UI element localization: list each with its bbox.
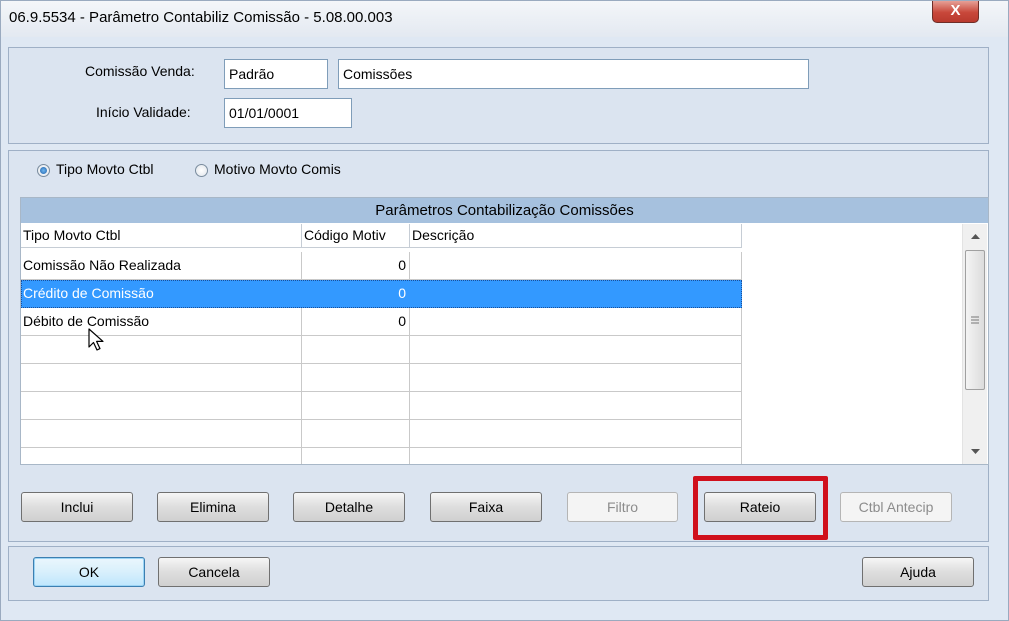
cell-empty xyxy=(21,420,302,448)
grip-icon xyxy=(971,316,979,324)
radio-tipo-movto-label[interactable]: Tipo Movto Ctbl xyxy=(56,161,154,177)
cell-empty xyxy=(302,392,410,420)
cell-empty xyxy=(410,420,742,448)
cell-empty xyxy=(21,336,302,364)
ok-button[interactable]: OK xyxy=(33,557,145,587)
rateio-highlight-box xyxy=(693,476,828,540)
scroll-down-icon[interactable] xyxy=(963,442,988,462)
cell-empty xyxy=(410,392,742,420)
comissao-code-field[interactable]: Padrão xyxy=(224,59,328,89)
column-header-descricao[interactable]: Descrição xyxy=(410,224,742,248)
comissao-desc-field[interactable]: Comissões xyxy=(338,59,809,89)
selection-focus-box xyxy=(21,280,742,308)
title-bar[interactable]: 06.9.5534 - Parâmetro Contabiliz Comissã… xyxy=(1,1,1008,37)
cell-tipo: Débito de Comissão xyxy=(21,308,302,336)
vertical-scrollbar[interactable] xyxy=(962,224,987,464)
cell-empty xyxy=(410,336,742,364)
cell-descricao xyxy=(410,252,742,280)
footer-group xyxy=(8,546,989,601)
cell-empty xyxy=(302,448,410,464)
cell-empty xyxy=(410,364,742,392)
detalhe-button[interactable]: Detalhe xyxy=(293,492,405,522)
mouse-cursor-icon xyxy=(88,328,104,351)
comissao-venda-label: Comissão Venda: xyxy=(85,63,195,79)
faixa-button[interactable]: Faixa xyxy=(430,492,542,522)
scroll-thumb[interactable] xyxy=(965,250,985,390)
cell-empty xyxy=(410,448,742,464)
column-header-tipo[interactable]: Tipo Movto Ctbl xyxy=(21,224,302,248)
radio-tipo-movto[interactable] xyxy=(37,164,50,177)
parameters-grid[interactable]: Parâmetros Contabilização Comissões Tipo… xyxy=(20,197,989,465)
inicio-validade-field[interactable]: 01/01/0001 xyxy=(224,98,352,128)
cell-empty xyxy=(302,364,410,392)
grid-title: Parâmetros Contabilização Comissões xyxy=(21,198,988,223)
cell-empty xyxy=(302,336,410,364)
cell-empty xyxy=(21,448,302,464)
cell-codigo: 0 xyxy=(302,252,410,280)
cell-empty xyxy=(21,392,302,420)
ctbl-antecip-button[interactable]: Ctbl Antecip xyxy=(840,492,952,522)
cell-empty xyxy=(21,364,302,392)
filtro-button[interactable]: Filtro xyxy=(567,492,678,522)
cell-descricao xyxy=(410,308,742,336)
cancela-button[interactable]: Cancela xyxy=(158,557,270,587)
inclui-button[interactable]: Inclui xyxy=(21,492,133,522)
cell-codigo: 0 xyxy=(302,308,410,336)
cell-tipo: Comissão Não Realizada xyxy=(21,252,302,280)
column-header-codigo[interactable]: Código Motiv xyxy=(302,224,410,248)
radio-motivo-movto-label[interactable]: Motivo Movto Comis xyxy=(214,161,341,177)
ajuda-button[interactable]: Ajuda xyxy=(862,557,974,587)
close-button[interactable]: X xyxy=(932,1,979,23)
elimina-button[interactable]: Elimina xyxy=(157,492,269,522)
scroll-up-icon[interactable] xyxy=(963,226,988,246)
inicio-validade-label: Início Validade: xyxy=(96,104,191,120)
radio-motivo-movto[interactable] xyxy=(195,164,208,177)
cell-empty xyxy=(302,420,410,448)
window-title: 06.9.5534 - Parâmetro Contabiliz Comissã… xyxy=(9,9,393,26)
